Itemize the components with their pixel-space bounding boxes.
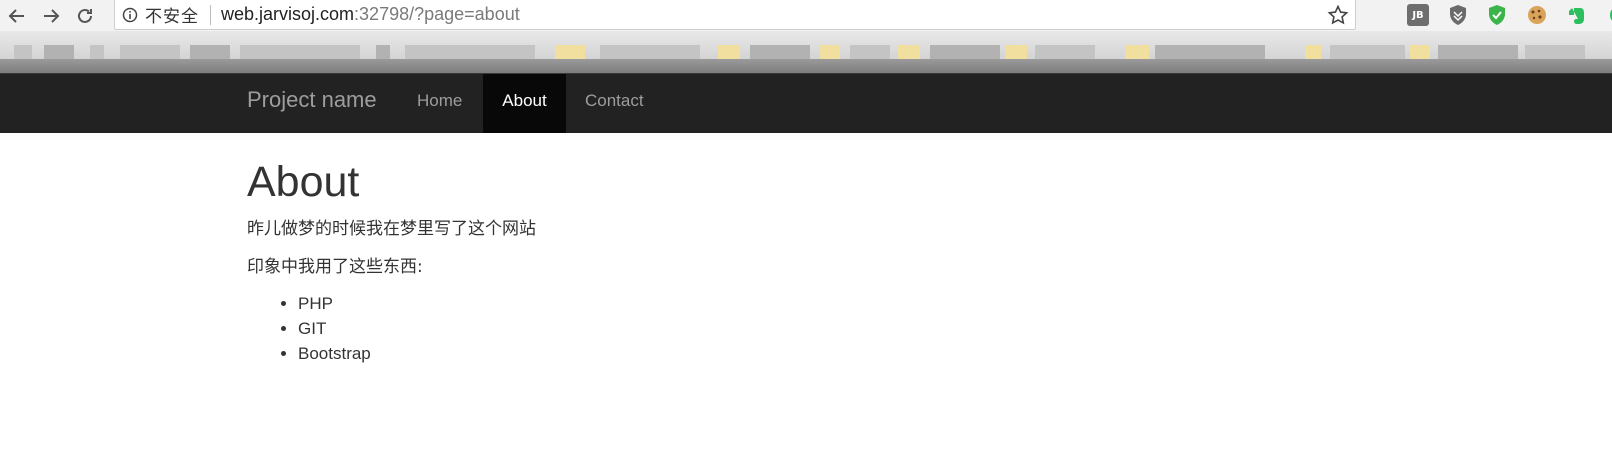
evernote-extension-icon[interactable] [1566, 4, 1588, 26]
nav-contact-link[interactable]: Contact [566, 74, 663, 133]
nav-about-link[interactable]: About [483, 74, 566, 133]
jetbrains-extension-icon[interactable]: JB [1407, 4, 1429, 26]
list-item: PHP [298, 291, 1347, 316]
partial-extension-icon[interactable] [1603, 4, 1612, 26]
green-check-extension-icon[interactable] [1486, 4, 1508, 26]
url-host[interactable]: web.jarvisoj.com [221, 4, 354, 25]
brand-link[interactable]: Project name [247, 87, 377, 113]
browser-toolbar: 不安全 web.jarvisoj.com:32798/?page=about J… [0, 0, 1612, 31]
list-item: Bootstrap [298, 341, 1347, 366]
tech-list: PHP GIT Bootstrap [247, 291, 1347, 366]
security-label[interactable]: 不安全 [145, 2, 199, 27]
info-icon[interactable] [115, 0, 145, 30]
site-navbar: Project name Home About Contact [0, 73, 1612, 133]
back-arrow-icon[interactable] [0, 0, 34, 31]
tools-paragraph: 印象中我用了这些东西: [247, 257, 423, 277]
address-bar[interactable]: 不安全 web.jarvisoj.com:32798/?page=about [114, 0, 1356, 30]
list-item: GIT [298, 316, 1347, 341]
reload-icon[interactable] [68, 0, 102, 31]
cookie-extension-icon[interactable] [1526, 4, 1548, 26]
forward-arrow-icon[interactable] [34, 0, 68, 31]
omnibox-divider [210, 4, 211, 25]
intro-paragraph: 昨儿做梦的时候我在梦里写了这个网站 [247, 219, 536, 239]
url-path[interactable]: :32798/?page=about [354, 4, 520, 25]
shield-extension-icon[interactable] [1447, 4, 1469, 26]
bookmark-star-icon[interactable] [1327, 4, 1349, 26]
main-content: About 昨儿做梦的时候我在梦里写了这个网站 印象中我用了这些东西: PHP … [247, 133, 1347, 366]
page-title: About [247, 158, 360, 206]
bookmarks-bar-blurred [0, 31, 1612, 73]
nav-home-link[interactable]: Home [398, 74, 481, 133]
